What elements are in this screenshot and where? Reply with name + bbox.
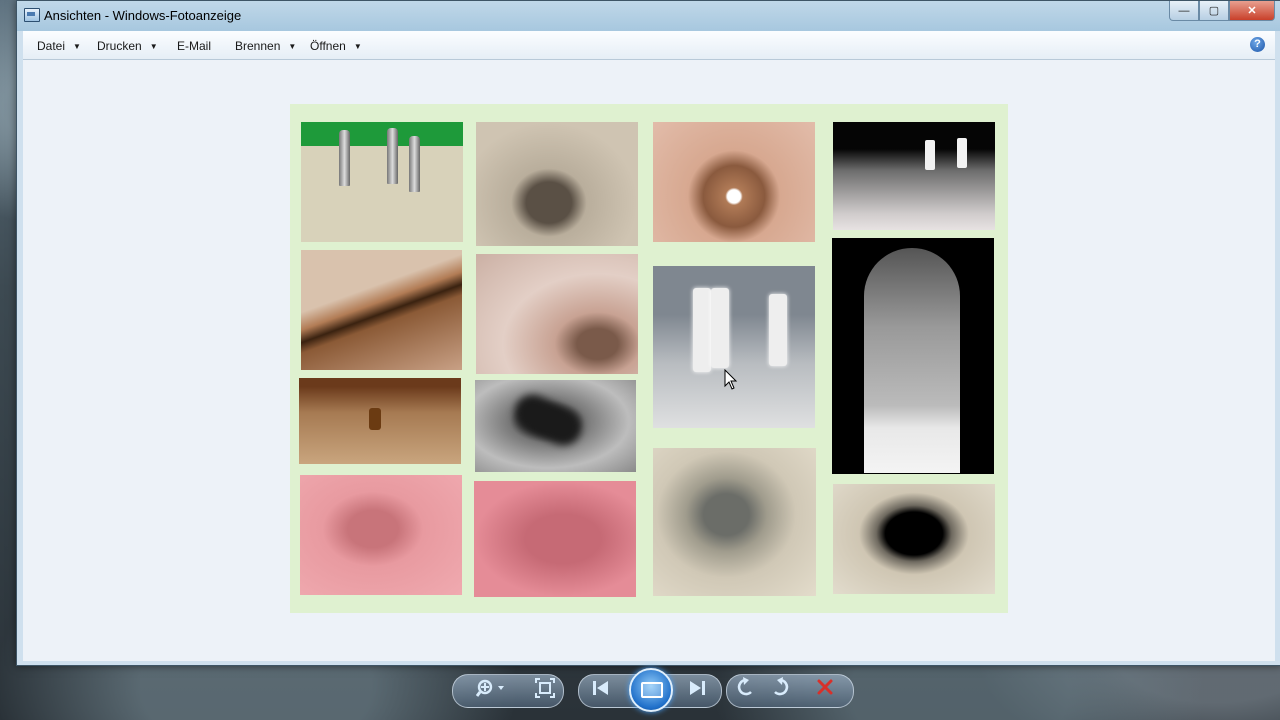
window-title: Ansichten - Windows-Fotoanzeige bbox=[44, 8, 242, 23]
image-viewer-area[interactable] bbox=[23, 60, 1275, 661]
previous-icon[interactable] bbox=[591, 679, 611, 697]
photo-tile-xray-pair bbox=[833, 122, 995, 230]
viewer-toolbar bbox=[0, 664, 1280, 720]
finger-shape bbox=[864, 248, 960, 473]
pin-shape bbox=[339, 130, 350, 186]
window-controls: — ▢ ✕ bbox=[1169, 1, 1275, 21]
chevron-down-icon: ▼ bbox=[73, 42, 81, 51]
photo-tile-pins-green bbox=[301, 122, 463, 242]
menu-oeffnen[interactable]: Öffnen ▼ bbox=[310, 39, 362, 53]
slideshow-icon[interactable] bbox=[629, 668, 673, 712]
rotate-right-icon[interactable] bbox=[770, 677, 790, 697]
menu-oeffnen-label: Öffnen bbox=[310, 39, 346, 53]
chevron-down-icon: ▼ bbox=[353, 42, 362, 51]
photo-tile-pink-1 bbox=[300, 475, 462, 595]
photo-tile-pink-2 bbox=[474, 481, 636, 597]
menu-drucken[interactable]: Drucken ▼ bbox=[97, 39, 158, 53]
pin-shape bbox=[711, 288, 729, 368]
pin-shape bbox=[925, 140, 935, 170]
photo-tile-skin-fold bbox=[476, 254, 638, 374]
menu-email-label: E-Mail bbox=[177, 39, 212, 53]
pin-shape bbox=[957, 138, 967, 168]
displayed-photo-collage bbox=[290, 104, 1008, 613]
photo-tile-crack bbox=[301, 250, 462, 370]
pin-shape bbox=[693, 288, 711, 372]
photo-tile-xray-blob bbox=[475, 380, 636, 472]
menu-datei-label: Datei bbox=[37, 39, 66, 53]
menu-email[interactable]: E-Mail bbox=[177, 39, 211, 53]
title-bar[interactable]: Ansichten - Windows-Fotoanzeige — ▢ ✕ bbox=[17, 1, 1280, 31]
delete-icon[interactable] bbox=[816, 678, 834, 696]
photo-tile-dark-hole bbox=[833, 484, 995, 594]
pin-shape bbox=[387, 128, 398, 184]
photo-tile-xray-pins bbox=[653, 266, 815, 428]
blob-shape bbox=[508, 388, 588, 452]
menu-datei[interactable]: Datei ▼ bbox=[37, 39, 81, 53]
photo-tile-xray-finger bbox=[832, 238, 994, 474]
photo-viewer-window: Ansichten - Windows-Fotoanzeige — ▢ ✕ Da… bbox=[16, 0, 1280, 666]
chevron-down-icon: ▼ bbox=[149, 42, 158, 51]
next-icon[interactable] bbox=[687, 679, 707, 697]
photo-tile-round-hole bbox=[653, 122, 815, 242]
menu-drucken-label: Drucken bbox=[97, 39, 142, 53]
mouse-cursor-icon bbox=[724, 369, 738, 390]
rotate-left-icon[interactable] bbox=[736, 677, 756, 697]
photo-tile-grey-lump bbox=[653, 448, 816, 596]
close-button[interactable]: ✕ bbox=[1229, 1, 1275, 21]
help-icon[interactable]: ? bbox=[1250, 37, 1265, 52]
photo-tile-small-pin bbox=[299, 378, 461, 464]
menu-brennen-label: Brennen bbox=[235, 39, 281, 53]
magnifier-icon[interactable] bbox=[476, 678, 508, 698]
photo-tile-plug bbox=[476, 122, 638, 246]
app-icon bbox=[24, 8, 40, 22]
menu-bar: Datei ▼ Drucken ▼ E-Mail Brennen ▼ Öffnen ▼ … bbox=[23, 31, 1275, 60]
chevron-down-icon: ▼ bbox=[288, 42, 297, 51]
menu-brennen[interactable]: Brennen ▼ bbox=[235, 39, 296, 53]
minimize-button[interactable]: — bbox=[1169, 1, 1199, 21]
pin-shape bbox=[769, 294, 787, 366]
pin-spot bbox=[369, 408, 381, 430]
fit-window-icon[interactable] bbox=[535, 678, 555, 698]
pin-shape bbox=[409, 136, 420, 192]
maximize-button[interactable]: ▢ bbox=[1199, 1, 1229, 21]
